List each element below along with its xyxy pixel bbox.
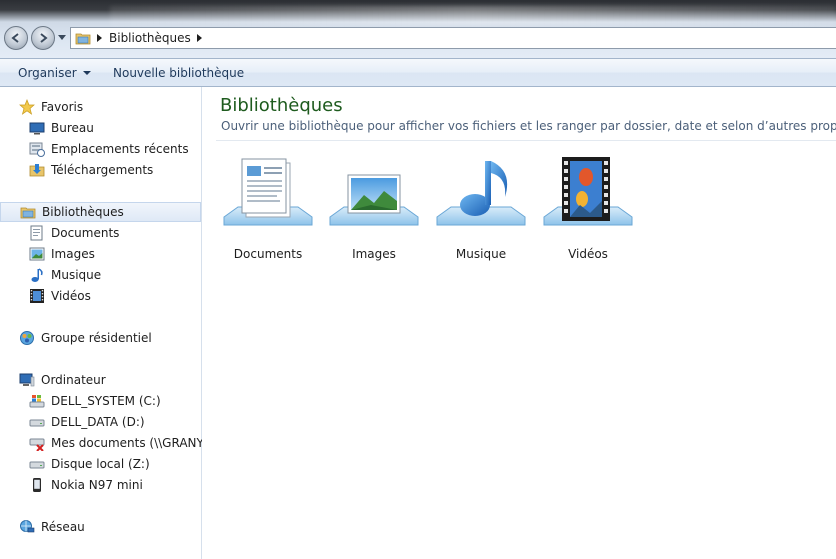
address-bar[interactable]: Bibliothèques [70, 27, 836, 49]
library-tile-documents[interactable]: Documents [218, 155, 318, 263]
pictures-library-icon [329, 174, 419, 226]
nav-item-label: Téléchargements [51, 163, 154, 177]
nav-network[interactable]: Réseau [19, 517, 220, 537]
page-subtitle: Ouvrir une bibliothèque pour afficher vo… [221, 119, 836, 133]
nav-favorites[interactable]: Favoris [19, 97, 220, 117]
nav-item-drive-d[interactable]: DELL_DATA (D:) [29, 412, 230, 432]
music-library-icon [436, 161, 526, 226]
forward-button[interactable] [31, 26, 55, 50]
organize-label: Organiser [18, 66, 77, 80]
window-titlebar: Bibliothèques [0, 0, 836, 58]
nav-libraries-label: Bibliothèques [42, 205, 124, 219]
documents-icon [30, 225, 43, 241]
nav-item-label: Disque local (Z:) [51, 457, 150, 471]
titlebar-glass [110, 6, 836, 26]
breadcrumb-chevron-icon[interactable] [196, 34, 203, 42]
videos-icon [30, 289, 44, 303]
command-bar: Organiser Nouvelle bibliothèque [0, 58, 836, 87]
forward-arrow-icon [40, 33, 48, 43]
libraries-icon [20, 207, 36, 219]
nav-item-music[interactable]: Musique [29, 265, 230, 285]
nav-item-images[interactable]: Images [29, 244, 230, 264]
nav-item-label: DELL_SYSTEM (C:) [51, 394, 161, 408]
nav-item-label: Nokia N97 mini [51, 478, 143, 492]
nav-item-label: Bureau [51, 121, 94, 135]
nav-item-label: Images [51, 247, 95, 261]
system-drive-icon [29, 395, 45, 408]
nav-item-videos[interactable]: Vidéos [29, 286, 230, 306]
nav-homegroup[interactable]: Groupe résidentiel [19, 328, 220, 348]
nav-item-recent-places[interactable]: Emplacements récents [29, 139, 230, 159]
back-button[interactable] [4, 26, 28, 50]
recent-pages-dropdown-icon[interactable] [58, 35, 66, 41]
library-tile-label: Musique [455, 247, 507, 261]
chevron-down-icon [82, 71, 91, 75]
star-icon [19, 99, 35, 115]
new-library-button[interactable]: Nouvelle bibliothèque [113, 66, 244, 80]
nav-computer[interactable]: Ordinateur [19, 370, 220, 390]
library-tile-videos[interactable]: Vidéos [538, 155, 638, 263]
nav-item-documents[interactable]: Documents [29, 223, 230, 243]
nav-item-drive-c[interactable]: DELL_SYSTEM (C:) [29, 391, 230, 411]
library-tile-label: Documents [233, 247, 303, 261]
hard-drive-icon [29, 461, 45, 469]
nav-computer-label: Ordinateur [41, 373, 106, 387]
libraries-icon [75, 33, 91, 45]
desktop-icon [29, 122, 45, 135]
computer-icon [19, 373, 35, 387]
nav-favorites-label: Favoris [41, 100, 84, 114]
network-drive-disconnected-icon [29, 438, 45, 451]
nav-item-desktop[interactable]: Bureau [29, 118, 230, 138]
back-arrow-icon [11, 33, 19, 43]
hard-drive-icon [29, 419, 45, 427]
library-tile-label: Images [352, 247, 396, 261]
nav-item-drive-z[interactable]: Disque local (Z:) [29, 454, 230, 474]
nav-libraries[interactable]: Bibliothèques [0, 202, 201, 222]
library-tile-images[interactable]: Images [324, 155, 424, 263]
nav-item-downloads[interactable]: Téléchargements [29, 160, 230, 180]
downloads-folder-icon [29, 164, 45, 177]
nav-item-label: Documents [51, 226, 120, 240]
network-icon [20, 520, 35, 533]
documents-library-icon [223, 158, 313, 226]
navigation-pane: Favoris Bureau Emplacements récents Télé… [0, 87, 214, 559]
videos-library-icon [543, 157, 633, 226]
recent-places-icon [29, 142, 45, 157]
libraries-content-pane: Bibliothèques Ouvrir une bibliothèque po… [202, 87, 836, 559]
nav-item-label: Emplacements récents [51, 142, 189, 156]
nav-item-label: Mes documents (\\GRANY-E [51, 436, 215, 450]
library-tile-music[interactable]: Musique [431, 155, 531, 263]
page-title: Bibliothèques [220, 95, 343, 116]
music-icon [31, 268, 43, 282]
phone-icon [33, 478, 41, 492]
nav-item-label: Musique [51, 268, 102, 282]
homegroup-icon [20, 331, 34, 345]
nav-item-phone[interactable]: Nokia N97 mini [29, 475, 230, 495]
nav-network-label: Réseau [41, 520, 85, 534]
nav-item-label: Vidéos [51, 289, 91, 303]
header-divider [216, 140, 836, 141]
library-tile-label: Vidéos [568, 247, 608, 261]
nav-item-network-drive[interactable]: Mes documents (\\GRANY-E [29, 433, 230, 453]
breadcrumb-chevron-icon[interactable] [97, 34, 103, 42]
organize-button[interactable]: Organiser [18, 66, 91, 80]
nav-homegroup-label: Groupe résidentiel [41, 331, 152, 345]
pictures-icon [29, 247, 45, 261]
breadcrumb-libraries[interactable]: Bibliothèques [109, 31, 191, 45]
nav-item-label: DELL_DATA (D:) [51, 415, 145, 429]
